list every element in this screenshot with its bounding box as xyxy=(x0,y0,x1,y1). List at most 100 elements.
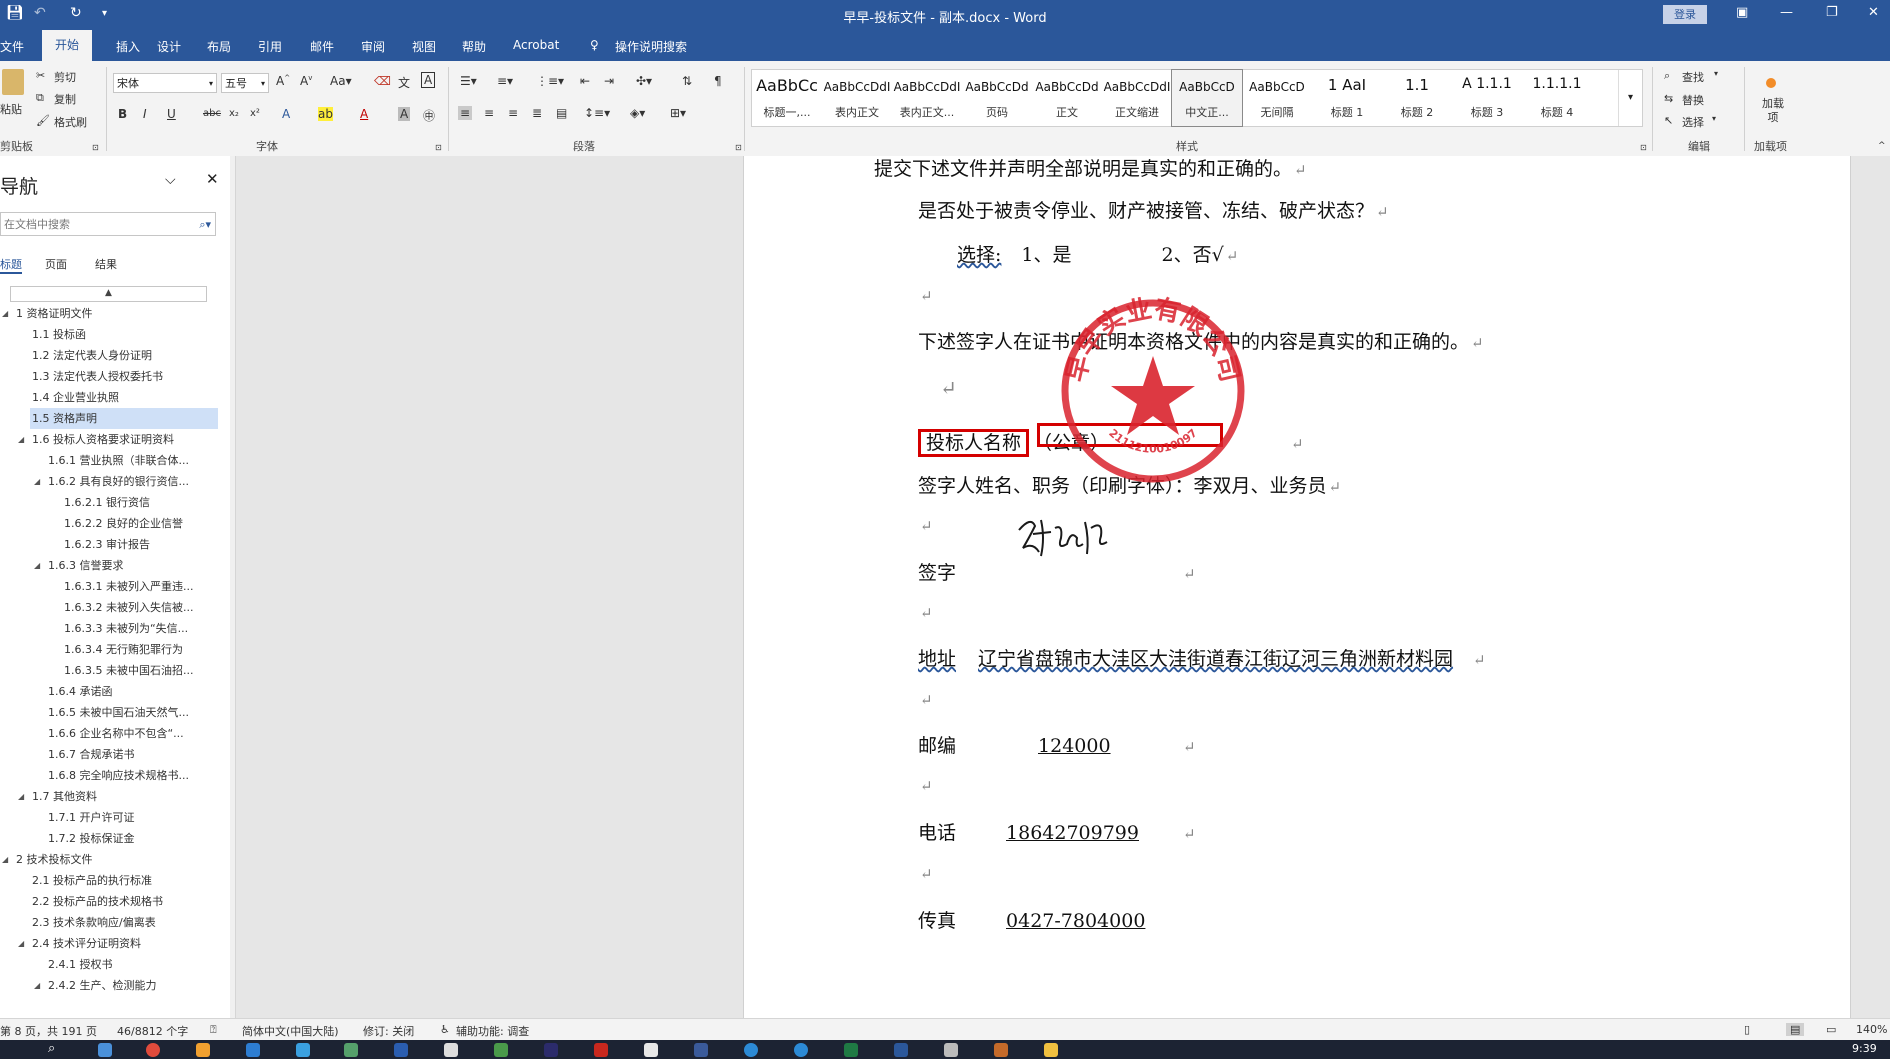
find-button[interactable]: 查找 xyxy=(1682,69,1704,85)
style-item[interactable]: AaBbCcDdI 正文缩进 xyxy=(1102,70,1172,126)
copy-button[interactable]: 复制 xyxy=(54,91,76,107)
minimize-icon[interactable]: — xyxy=(1780,5,1793,20)
shading-icon[interactable]: ◈▾ xyxy=(630,106,645,120)
font-name-select[interactable]: 宋体 ▾ xyxy=(113,73,217,93)
close-icon[interactable]: ✕ xyxy=(1868,5,1879,20)
app-icon[interactable] xyxy=(944,1043,958,1057)
collapse-triangle-icon[interactable]: ◢ xyxy=(2,849,8,870)
nav-heading-item[interactable]: 1.6.4 承诺函 xyxy=(46,681,218,702)
collapse-triangle-icon[interactable]: ◢ xyxy=(34,975,40,996)
tab-design[interactable]: 设计 xyxy=(157,38,181,55)
nav-heading-item[interactable]: 1.3 法定代表人授权委托书 xyxy=(30,366,218,387)
nav-tab-results[interactable]: 结果 xyxy=(95,256,117,272)
format-painter-button[interactable]: 格式刷 xyxy=(54,114,87,130)
multilevel-list-icon[interactable]: ⋮≡▾ xyxy=(536,74,564,88)
superscript-icon[interactable]: x² xyxy=(250,108,260,119)
select-button[interactable]: 选择 xyxy=(1682,114,1704,130)
nav-heading-item[interactable]: 1.6.3.5 未被中国石油招... xyxy=(62,660,218,681)
nav-heading-item[interactable]: 1.6.3.3 未被列为“失信... xyxy=(62,618,218,639)
style-item[interactable]: AaBbCcDd 正文 xyxy=(1032,70,1102,126)
app-icon[interactable] xyxy=(246,1043,260,1057)
nav-heading-item[interactable]: ◢ 1 资格证明文件 xyxy=(2,303,218,324)
nav-heading-item[interactable]: 1.6.2.3 审计报告 xyxy=(62,534,218,555)
nav-heading-item[interactable]: 1.6.3.1 未被列入严重违... xyxy=(62,576,218,597)
app-icon[interactable] xyxy=(344,1043,358,1057)
search-icon[interactable]: ⌕▾ xyxy=(199,213,211,237)
nav-heading-item[interactable]: 1.6.2.1 银行资信 xyxy=(62,492,218,513)
nav-heading-item[interactable]: ◢ 1.6.2 具有良好的银行资信... xyxy=(34,471,218,492)
paste-button[interactable]: 粘贴 xyxy=(0,101,22,117)
line-spacing-icon[interactable]: ↕≡▾ xyxy=(584,106,610,120)
numbering-icon[interactable]: ≡▾ xyxy=(497,74,513,88)
collapse-triangle-icon[interactable]: ◢ xyxy=(18,786,24,807)
nav-heading-item[interactable]: 1.7.2 投标保证金 xyxy=(46,828,218,849)
nav-tab-headings[interactable]: 标题 xyxy=(0,256,22,274)
zoom-level[interactable]: 140% xyxy=(1856,1023,1887,1036)
bold-icon[interactable]: B xyxy=(118,107,127,121)
clear-format-icon[interactable]: ⌫ xyxy=(374,74,391,88)
align-right-icon[interactable]: ≡ xyxy=(508,106,518,120)
decrease-indent-icon[interactable]: ⇤ xyxy=(580,74,590,88)
file-explorer-icon[interactable] xyxy=(1044,1043,1058,1057)
login-button[interactable]: 登录 xyxy=(1663,5,1707,24)
subscript-icon[interactable]: x₂ xyxy=(229,108,239,119)
sort-icon[interactable]: ⇅ xyxy=(682,74,692,88)
word-count[interactable]: 46/8812 个字 xyxy=(117,1023,188,1039)
collapse-triangle-icon[interactable]: ◢ xyxy=(18,429,24,450)
nav-heading-item[interactable]: ◢ 1.6.3 信誉要求 xyxy=(34,555,218,576)
language-status[interactable]: 简体中文(中国大陆) xyxy=(242,1023,339,1039)
app-icon[interactable] xyxy=(444,1043,458,1057)
font-size-select[interactable]: 五号 ▾ xyxy=(221,73,269,93)
underline-icon[interactable]: U xyxy=(167,107,176,121)
app-icon[interactable] xyxy=(296,1043,310,1057)
excel-icon[interactable] xyxy=(844,1043,858,1057)
dialog-launcher-icon[interactable]: ⊡ xyxy=(1640,143,1647,152)
phonetic-guide-icon[interactable]: 文 xyxy=(398,74,410,91)
app-icon[interactable] xyxy=(494,1043,508,1057)
close-icon[interactable]: ✕ xyxy=(206,170,219,188)
nav-heading-item[interactable]: 2.1 投标产品的执行标准 xyxy=(30,870,218,891)
justify-icon[interactable]: ≣ xyxy=(532,106,542,120)
style-item[interactable]: AaBbCc 标题一,... xyxy=(752,70,822,126)
search-icon[interactable]: ⌕ xyxy=(48,1041,55,1056)
tab-help[interactable]: 帮助 xyxy=(462,38,486,55)
cut-button[interactable]: 剪切 xyxy=(54,69,76,85)
nav-heading-item-selected[interactable]: 1.5 资格声明 xyxy=(30,408,218,429)
print-layout-icon[interactable]: ▤ xyxy=(1786,1023,1805,1036)
nav-heading-item[interactable]: 1.4 企业营业执照 xyxy=(30,387,218,408)
ribbon-display-icon[interactable]: ▣ xyxy=(1736,5,1748,20)
nav-heading-item[interactable]: ◢ 2.4.2 生产、检测能力 xyxy=(34,975,218,996)
font-color-icon[interactable]: A xyxy=(360,107,368,121)
nav-heading-item[interactable]: ◢ 2.4 技术评分证明资料 xyxy=(18,933,218,954)
tab-acrobat[interactable]: Acrobat xyxy=(513,38,559,52)
collapse-triangle-icon[interactable]: ◢ xyxy=(2,303,8,324)
distributed-icon[interactable]: ▤ xyxy=(556,106,567,120)
dialog-launcher-icon[interactable]: ⊡ xyxy=(92,143,99,152)
italic-icon[interactable]: I xyxy=(143,107,147,121)
nav-heading-item[interactable]: 1.6.1 营业执照（非联合体... xyxy=(46,450,218,471)
character-shading-icon[interactable]: A xyxy=(398,107,411,121)
nav-heading-item[interactable]: 1.6.7 合规承诺书 xyxy=(46,744,218,765)
style-item-selected[interactable]: AaBbCcD 中文正... xyxy=(1171,69,1243,127)
collapse-triangle-icon[interactable]: ◢ xyxy=(18,933,24,954)
nav-heading-item[interactable]: 1.2 法定代表人身份证明 xyxy=(30,345,218,366)
text-effects-icon[interactable]: A xyxy=(282,107,290,121)
style-item[interactable]: AaBbCcDdI 表内正文... xyxy=(892,70,962,126)
app-icon[interactable] xyxy=(994,1043,1008,1057)
collapse-triangle-icon[interactable]: ◢ xyxy=(34,471,40,492)
nav-heading-item[interactable]: 1.6.8 完全响应技术规格书... xyxy=(46,765,218,786)
nav-heading-item[interactable]: ◢ 2 技术投标文件 xyxy=(2,849,218,870)
replace-button[interactable]: 替换 xyxy=(1682,92,1704,108)
photoshop-icon[interactable] xyxy=(544,1043,558,1057)
tab-home[interactable]: 开始 xyxy=(42,30,92,61)
nav-search-input[interactable]: 在文档中搜索 ⌕▾ xyxy=(0,212,216,236)
nav-heading-item[interactable]: 1.6.3.2 未被列入失信被... xyxy=(62,597,218,618)
style-item[interactable]: 1.1 标题 2 xyxy=(1382,70,1452,126)
tab-insert[interactable]: 插入 xyxy=(116,38,140,55)
word-icon[interactable] xyxy=(894,1043,908,1057)
task-view-icon[interactable] xyxy=(98,1043,112,1057)
align-center-icon[interactable]: ≡ xyxy=(484,106,494,120)
bullets-icon[interactable]: ☰▾ xyxy=(460,74,477,88)
align-left-icon[interactable]: ≡ xyxy=(458,106,473,120)
tell-me-search[interactable]: 操作说明搜索 xyxy=(615,38,687,55)
